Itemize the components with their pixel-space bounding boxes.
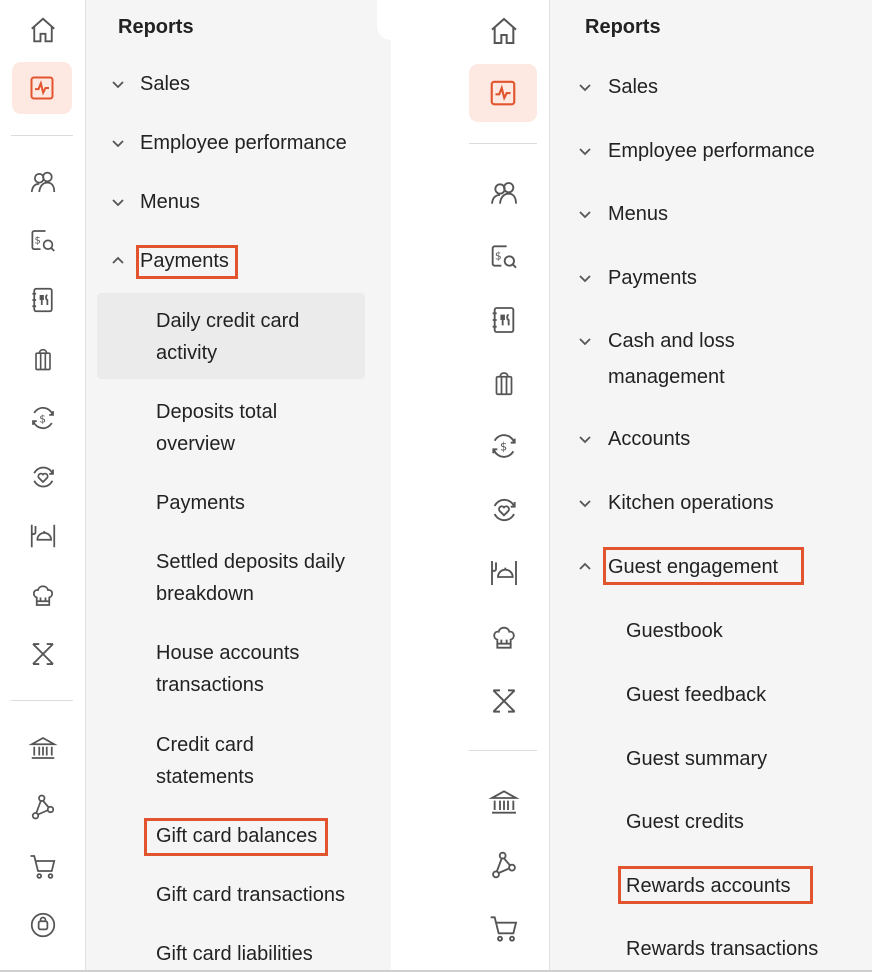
item-line2: overview (156, 433, 235, 455)
chevron-down-icon (577, 495, 593, 516)
item-line2: activity (156, 342, 218, 364)
dining-icon[interactable] (483, 552, 525, 594)
panel-edge (377, 0, 391, 40)
section-label: Sales (608, 76, 659, 98)
chevron-up-icon (577, 559, 593, 580)
chevron-down-icon (110, 194, 126, 215)
chevron-down-icon (577, 270, 593, 291)
home-icon[interactable] (483, 10, 525, 52)
integrations-icon[interactable] (23, 634, 63, 674)
cart-icon[interactable] (483, 907, 525, 949)
left-reports-menu: Reports Sales Employee performance Menus… (86, 0, 391, 972)
payroll-icon[interactable]: $ (483, 236, 525, 278)
chevron-down-icon (577, 79, 593, 100)
item-line1: Payments (156, 492, 245, 514)
highlight-box (603, 547, 804, 585)
section-label: Accounts (608, 428, 691, 450)
item-line2: breakdown (156, 583, 254, 605)
reports-icon[interactable] (12, 62, 72, 114)
menu-icon[interactable] (483, 299, 525, 341)
chevron-down-icon (577, 143, 593, 164)
right-nav-rail: $ $ (391, 0, 550, 972)
cart-icon[interactable] (23, 846, 63, 886)
left-nav-rail: $ $ (0, 0, 86, 972)
refund-icon[interactable]: $ (483, 425, 525, 467)
item-line1: Daily credit card (156, 310, 300, 332)
network-icon[interactable] (483, 844, 525, 886)
item-label: Guest credits (626, 811, 744, 833)
svg-text:$: $ (500, 440, 507, 454)
chevron-down-icon (110, 76, 126, 97)
rail-divider (469, 750, 537, 751)
reports-heading: Reports (118, 16, 194, 38)
network-icon[interactable] (23, 787, 63, 827)
rail-divider (469, 143, 537, 144)
item-label: Guestbook (626, 620, 723, 642)
section-label: Menus (140, 191, 201, 213)
home-icon[interactable] (23, 10, 63, 50)
chevron-down-icon (110, 135, 126, 156)
chevron-down-icon (577, 431, 593, 452)
section-label: Employee performance (608, 140, 815, 162)
kitchen-icon[interactable] (23, 575, 63, 615)
loyalty-icon[interactable] (23, 457, 63, 497)
section-label: Kitchen operations (608, 492, 774, 514)
menu-icon[interactable] (23, 280, 63, 320)
right-panel: $ $ Reports Sales Employee performance M… (391, 0, 872, 972)
section-label: Cash and loss (608, 330, 735, 352)
section-label: Payments (608, 267, 697, 289)
guests-icon[interactable] (483, 172, 525, 214)
item-line1: Settled deposits daily (156, 551, 346, 573)
item-label: Guest summary (626, 748, 768, 770)
right-reports-menu: Reports Sales Employee performance Menus… (550, 0, 872, 972)
rail-divider (11, 135, 73, 136)
bank-icon[interactable] (23, 728, 63, 768)
left-panel: $ $ Reports Sales Employee performance M… (0, 0, 391, 972)
highlight-box (144, 818, 328, 856)
item-line1: Gift card transactions (156, 884, 345, 906)
refund-icon[interactable]: $ (23, 398, 63, 438)
item-line1: Deposits total (156, 401, 278, 423)
chevron-up-icon (110, 253, 126, 274)
reports-icon[interactable] (469, 64, 537, 122)
item-line1: Gift card liabilities (156, 943, 313, 965)
guests-icon[interactable] (23, 162, 63, 202)
payroll-icon[interactable]: $ (23, 221, 63, 261)
kitchen-icon[interactable] (483, 616, 525, 658)
svg-text:$: $ (495, 250, 502, 263)
svg-text:$: $ (39, 412, 46, 425)
item-label: Rewards transactions (626, 938, 819, 960)
highlight-box (136, 245, 238, 279)
chevron-down-icon (577, 206, 593, 227)
highlight-box (618, 866, 813, 904)
item-line2: transactions (156, 674, 264, 696)
item-label: Guest feedback (626, 684, 767, 706)
section-label-line2: management (608, 366, 725, 388)
section-label: Sales (140, 73, 191, 95)
section-label: Employee performance (140, 132, 347, 154)
integrations-icon[interactable] (483, 680, 525, 722)
support-icon[interactable] (23, 905, 63, 945)
item-line1: Credit card (156, 734, 254, 756)
section-label: Menus (608, 203, 669, 225)
bank-icon[interactable] (483, 781, 525, 823)
item-line2: statements (156, 766, 254, 788)
svg-text:$: $ (35, 236, 41, 247)
loyalty-icon[interactable] (483, 489, 525, 531)
item-line1: House accounts (156, 642, 300, 664)
dining-icon[interactable] (23, 516, 63, 556)
reports-heading: Reports (585, 16, 661, 38)
chevron-down-icon (577, 333, 593, 354)
rail-divider (11, 700, 73, 701)
gift-card-icon[interactable] (483, 362, 525, 404)
gift-card-icon[interactable] (23, 339, 63, 379)
